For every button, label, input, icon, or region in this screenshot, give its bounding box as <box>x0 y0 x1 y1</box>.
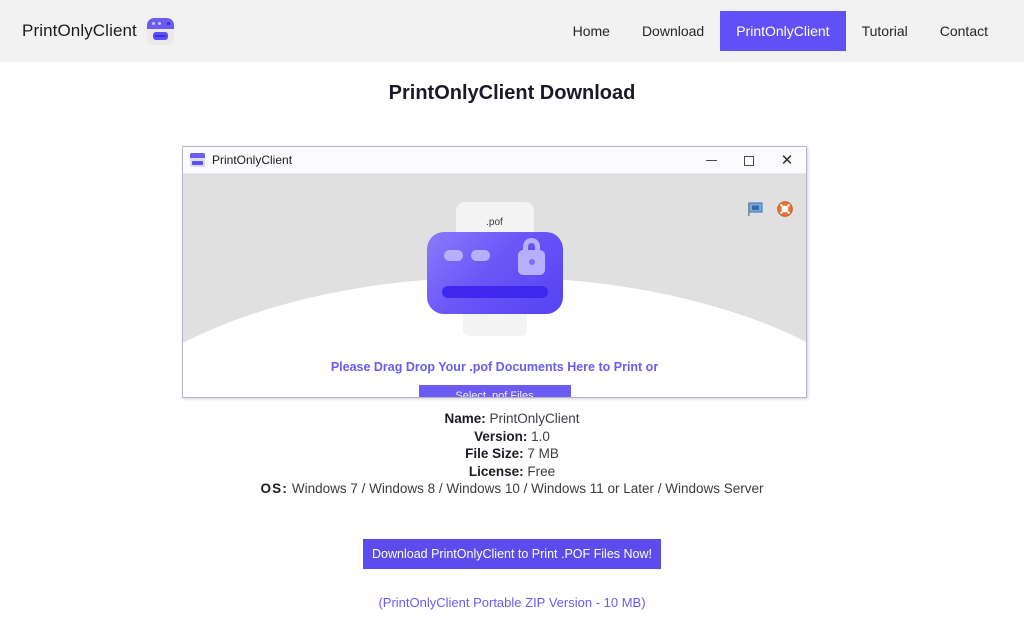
spec-label: Version: <box>474 428 528 444</box>
site-header: PrintOnlyClient Home Download PrintOnlyC… <box>0 0 1024 62</box>
page-title: PrintOnlyClient Download <box>388 82 636 104</box>
spec-row-file-size: File Size: 7 MB <box>0 445 1024 463</box>
printer-indicator-pill <box>470 250 490 261</box>
printer-icon-slot <box>154 34 166 37</box>
minimize-icon <box>705 160 717 161</box>
brand-name: PrintOnlyClient <box>22 21 137 40</box>
main-nav: Home Download PrintOnlyClient Tutorial C… <box>557 0 1004 62</box>
app-window-title: PrintOnlyClient <box>212 153 293 167</box>
printer-artwork: .pof <box>183 202 806 336</box>
lock-icon-keyhole <box>528 259 535 265</box>
spec-label: Name: <box>444 411 486 426</box>
printer-icon-dot <box>157 21 161 25</box>
download-button[interactable]: Download PrintOnlyClient to Print .POF F… <box>363 539 661 569</box>
spec-label: File Size: <box>465 446 524 461</box>
printer-body <box>426 232 563 314</box>
pof-extension-label: .pof <box>486 217 503 228</box>
app-body: .pof Please Drag Drop Your .pof Document… <box>183 174 806 397</box>
nav-item-tutorial[interactable]: Tutorial <box>846 11 924 51</box>
select-pof-files-button[interactable]: Select .pof Files <box>418 385 571 397</box>
spec-value: PrintOnlyClient <box>489 411 580 426</box>
spec-row-version: Version: 1.0 <box>0 428 1024 446</box>
printer-output-slot <box>441 286 548 298</box>
app-toolbar-icons <box>746 200 794 218</box>
printer-icon <box>146 17 174 45</box>
close-icon: ✕ <box>780 151 794 169</box>
printer-indicator-pill <box>443 250 463 261</box>
brand[interactable]: PrintOnlyClient <box>22 17 174 45</box>
portable-zip-link[interactable]: (PrintOnlyClient Portable ZIP Version - … <box>0 595 1024 610</box>
spec-row-name: Name: PrintOnlyClient <box>0 410 1024 428</box>
app-titlebar: PrintOnlyClient ✕ <box>183 147 806 174</box>
close-button[interactable]: ✕ <box>768 147 806 174</box>
spec-label: License: <box>468 463 524 479</box>
spec-value: 1.0 <box>531 428 550 444</box>
printer-icon <box>190 153 205 167</box>
nav-item-download[interactable]: Download <box>626 11 720 51</box>
drop-zone-instruction: Please Drag Drop Your .pof Documents Her… <box>330 360 659 374</box>
minimize-button[interactable] <box>692 147 730 174</box>
spec-label: OS: <box>260 481 289 496</box>
maximize-icon <box>744 155 754 166</box>
app-window-screenshot: PrintOnlyClient ✕ .pof Please Drag Drop … <box>182 146 807 398</box>
maximize-button[interactable] <box>730 147 768 174</box>
nav-item-home[interactable]: Home <box>557 11 626 51</box>
printer-icon-dot <box>166 21 170 25</box>
nav-item-printonlyclient[interactable]: PrintOnlyClient <box>720 11 846 51</box>
lifebuoy-help-icon[interactable] <box>776 200 794 218</box>
flag-icon[interactable] <box>746 200 764 218</box>
printer-icon-lid <box>146 17 174 29</box>
printer-icon-slot <box>192 161 203 165</box>
spec-list: Name: PrintOnlyClient Version: 1.0 File … <box>0 410 1024 498</box>
printer-icon-dot <box>151 21 155 25</box>
nav-item-contact[interactable]: Contact <box>924 11 1004 51</box>
spec-row-os: OS: Windows 7 / Windows 8 / Windows 10 /… <box>0 480 1024 498</box>
spec-value: 7 MB <box>527 446 559 461</box>
window-controls: ✕ <box>692 147 806 174</box>
spec-value: Windows 7 / Windows 8 / Windows 10 / Win… <box>291 481 764 496</box>
spec-value: Free <box>527 463 556 479</box>
spec-row-license: License: Free <box>0 463 1024 481</box>
